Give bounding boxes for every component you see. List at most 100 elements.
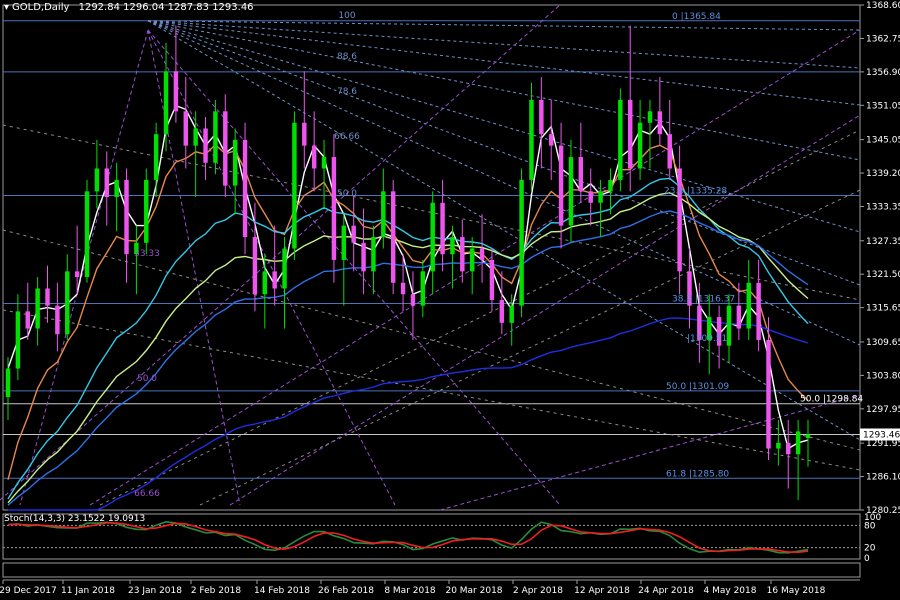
candle-body (786, 442, 791, 455)
gann-ray (19, 29, 149, 506)
x-axis-tick-label: 2 Apr 2018 (513, 586, 563, 596)
fib-level-label: 38.2 |1316.37 (672, 295, 735, 305)
candle-body (469, 248, 475, 272)
candle-body (124, 179, 129, 255)
candle-body (450, 237, 455, 255)
fib-fan-label: 78.6 (337, 87, 357, 97)
candle-body (74, 271, 80, 278)
y-axis-tick-label: 1321.50 (866, 270, 900, 280)
fib-fan-lower-label: 50.0 (137, 374, 157, 384)
x-axis-tick-label: 26 Feb 2018 (318, 586, 374, 596)
fib-fan-label: 66.66 (334, 132, 360, 142)
y-axis-tick-label: 1286.10 (866, 473, 900, 483)
candle-body (55, 305, 60, 335)
fib-fan-ray (147, 20, 861, 161)
candle-body (45, 288, 50, 306)
x-axis-tick-label: 4 May 2018 (704, 586, 757, 596)
chart-canvas[interactable]: 100 88.6 78.6 66.66 50.0 33.33 50.0 66.66 0 |136… (0, 0, 900, 600)
candle-body (618, 99, 623, 180)
y-axis-tick-label: 1327.35 (866, 237, 900, 247)
symbol-triangle-icon: ▾ (4, 2, 10, 13)
candle-body (509, 305, 514, 323)
candle-body (795, 431, 801, 455)
x-axis-tick-label: 12 Apr 2018 (574, 586, 630, 596)
fib-fan-ray (147, 20, 861, 233)
fib-fan-label: 50.0 (337, 189, 357, 199)
fib-level-label: |1309.51 (687, 334, 727, 344)
y-axis-tick-label: 1362.75 (866, 34, 900, 44)
candle-body (608, 179, 613, 192)
fib-level-label: 50.0 |1301.09 (666, 382, 729, 392)
candle-body (628, 99, 633, 169)
candle-body (440, 202, 445, 255)
candle-body (460, 237, 465, 272)
chart-header: ▾ GOLD,Daily 1292.84 1296.04 1287.83 1293… (4, 2, 254, 13)
y-axis-tick-label: 1368.60 (866, 1, 900, 11)
candle-body (519, 179, 524, 306)
candle-body (311, 145, 317, 169)
y-axis-tick-label: 1345.05 (866, 136, 900, 146)
candle-body (282, 248, 287, 289)
x-axis-tick-label: 20 Mar 2018 (445, 586, 502, 596)
candle-body (262, 271, 268, 295)
candle-body (114, 179, 119, 198)
y-axis-tick-label: 1291.95 (866, 439, 900, 449)
candle-body (539, 99, 544, 135)
candle-body (321, 157, 327, 169)
fib-fan-label: 100 (338, 11, 355, 21)
candle-body (746, 282, 751, 329)
candle-body (292, 122, 297, 249)
candle-body (351, 225, 356, 243)
candle-body (499, 299, 505, 323)
candle-body (420, 271, 426, 306)
candle-body (213, 111, 218, 163)
candle-body (766, 339, 771, 449)
trend-ray (2, 309, 861, 471)
y-axis-tick-label: 1356.90 (866, 68, 900, 78)
x-axis-tick-label: 16 May 2018 (767, 586, 826, 596)
x-axis-tick-label: 29 Dec 2017 (0, 586, 57, 596)
candle-body (25, 311, 30, 329)
candle-body (489, 259, 495, 300)
x-axis-tick-label: 11 Jan 2018 (61, 586, 115, 596)
candle-body (677, 168, 682, 272)
candle-body (331, 157, 337, 260)
candle-body (657, 111, 663, 135)
x-axis-tick-label: 14 Feb 2018 (254, 586, 310, 596)
current-price-label: 1293.46 (863, 430, 900, 440)
candle-body (578, 157, 584, 192)
candle-body (756, 282, 761, 340)
candle-body (647, 111, 653, 123)
candle-body (479, 248, 485, 260)
chart-window[interactable]: 100 88.6 78.6 66.66 50.0 33.33 50.0 66.66 0 |136… (0, 0, 900, 600)
stoch-scale-label: 0 (864, 554, 870, 564)
candle-body (104, 168, 109, 198)
candle-body (548, 134, 554, 146)
candle-body (232, 139, 238, 186)
y-axis-tick-label: 1339.20 (866, 169, 900, 179)
candle-body (637, 122, 643, 169)
stoch-scale-label: 20 (864, 544, 876, 554)
fib-level-label: 23.6 |1335.28 (664, 186, 727, 196)
x-axis-tick-label: 8 Mar 2018 (384, 586, 436, 596)
fib-fan-lower-label: 66.66 (134, 489, 160, 499)
candle-body (163, 71, 169, 135)
candle-body (776, 442, 781, 449)
fib-fan-label: 33.33 (134, 249, 160, 259)
candle-body (272, 271, 277, 289)
y-axis-tick-label: 1309.65 (866, 338, 900, 348)
candle-body (183, 111, 188, 146)
candle-body (302, 122, 307, 146)
candle-body (223, 111, 228, 186)
candle-body (65, 271, 70, 335)
y-axis-tick-label: 1351.05 (866, 101, 900, 111)
candle-body (5, 368, 11, 398)
gann-ray (89, 29, 861, 506)
ohlc-values: 1292.84 1296.04 1287.83 1293.46 (78, 2, 254, 13)
candle-body (588, 191, 593, 203)
y-axis-tick-label: 1333.35 (866, 202, 900, 212)
candle-body (252, 237, 258, 295)
candle-body (153, 134, 159, 180)
candle-body (173, 71, 179, 112)
y-axis-tick-label: 1315.65 (866, 304, 900, 314)
